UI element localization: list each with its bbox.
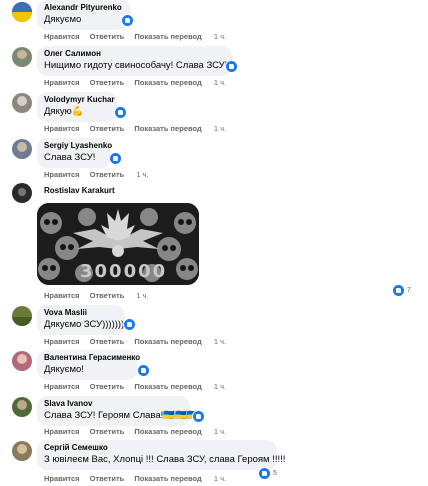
comment-image[interactable]: 300000 [37,203,199,285]
comment-actions: Нравится Ответить Показать перевод 1 ч. [44,124,234,133]
comment-actions: Нравится Ответить 1 ч. [44,170,157,179]
comment-time[interactable]: 1 ч. [136,291,148,300]
translate-link[interactable]: Показать перевод [134,124,201,133]
like-reaction-icon[interactable] [114,106,127,119]
like-link[interactable]: Нравится [44,291,80,300]
comment-actions: Нравится Ответить Показать перевод 1 ч. [44,32,234,41]
like-reaction-icon[interactable] [192,410,205,423]
comment-actions: Нравится Ответить Показать перевод 1 ч. [44,78,234,87]
comment-author[interactable]: Vova Maslii [44,308,118,318]
comment-bubble: Валентина Герасименко Дякуємо! [37,350,140,380]
like-link[interactable]: Нравится [44,78,80,87]
reply-link[interactable]: Ответить [90,170,125,179]
reaction-count[interactable]: 5 [258,467,277,480]
comment-time[interactable]: 1 ч. [214,382,226,391]
comment-text: Дякуємо [44,14,82,25]
like-link[interactable]: Нравится [44,382,80,391]
reaction-count[interactable]: 7 [392,284,411,297]
like-link[interactable]: Нравится [44,337,80,346]
comment-author[interactable]: Volodymyr Kuchar [44,95,115,105]
translate-link[interactable]: Показать перевод [134,427,201,436]
comment-bubble: Vova Maslii Дякуємо ЗСУ))))))) [37,305,125,335]
comment-author[interactable]: Sergiy Lyashenko [44,141,112,151]
translate-link[interactable]: Показать перевод [134,382,201,391]
comment-time[interactable]: 1 ч. [214,474,226,483]
like-reaction-icon[interactable] [123,318,136,331]
avatar[interactable] [12,351,32,371]
comment-bubble: Alexandr Pityurenko Дякуємо [37,0,131,30]
translate-link[interactable]: Показать перевод [134,474,201,483]
comment-bubble: Slava Ivanov Слава ЗСУ! Героям Слава!🇺🇦🇺… [37,396,199,426]
reply-link[interactable]: Ответить [90,382,125,391]
comment-time[interactable]: 1 ч. [214,32,226,41]
reply-link[interactable]: Ответить [90,124,125,133]
reply-link[interactable]: Ответить [90,337,125,346]
comment-author[interactable]: Сергій Семешко [44,443,270,453]
like-reaction-icon[interactable] [225,60,238,73]
avatar[interactable] [12,93,32,113]
translate-link[interactable]: Показать перевод [134,337,201,346]
comment-text: Дякую💪 [44,106,84,117]
comment-author[interactable]: Alexandr Pityurenko [44,3,124,13]
like-reaction-icon[interactable] [109,152,122,165]
like-link[interactable]: Нравится [44,474,80,483]
like-link[interactable]: Нравится [44,170,80,179]
comment-author[interactable]: Валентина Герасименко [44,353,140,363]
comment-text: Дякуємо ЗСУ))))))) [44,319,125,330]
comment-text: Нищимо гидоту свиноcобачу! Слава ЗСУ! [44,60,228,71]
comment-bubble: Олег Салимон Нищимо гидоту свиноcобачу! … [37,46,232,76]
comment-author[interactable]: Олег Салимон [44,49,225,59]
avatar[interactable] [12,397,32,417]
comment-actions: Нравится Ответить Показать перевод 1 ч. [44,427,234,436]
comment-author[interactable]: Rostislav Karakurt [44,186,115,196]
comment-time[interactable]: 1 ч. [136,170,148,179]
reply-link[interactable]: Ответить [90,291,125,300]
translate-link[interactable]: Показать перевод [134,78,201,87]
avatar[interactable] [12,306,32,326]
translate-link[interactable]: Показать перевод [134,32,201,41]
comment-bubble: Volodymyr Kuchar Дякую💪 [37,92,117,122]
comment-time[interactable]: 1 ч. [214,337,226,346]
reply-link[interactable]: Ответить [90,474,125,483]
like-link[interactable]: Нравится [44,427,80,436]
reply-link[interactable]: Ответить [90,32,125,41]
avatar[interactable] [12,47,32,67]
comment-time[interactable]: 1 ч. [214,78,226,87]
avatar[interactable] [12,139,32,159]
like-reaction-icon [392,284,405,297]
comment-actions: Нравится Ответить Показать перевод 1 ч. [44,474,234,483]
image-caption: 300000 [80,261,168,282]
like-reaction-icon [258,467,271,480]
comment-bubble: Сергій Семешко З ювілеєм Вас, Хлопці !!!… [37,440,286,470]
comment-actions: Нравится Ответить Показать перевод 1 ч. [44,382,234,391]
avatar[interactable] [12,441,32,461]
like-link[interactable]: Нравится [44,32,80,41]
comment-time[interactable]: 1 ч. [214,124,226,133]
comment-time[interactable]: 1 ч. [214,427,226,436]
like-link[interactable]: Нравится [44,124,80,133]
comment-text: Дякуємо! [44,364,84,375]
comment-text: З ювілеєм Вас, Хлопці !!! Слава ЗСУ, сла… [44,454,286,465]
reply-link[interactable]: Ответить [90,78,125,87]
reply-link[interactable]: Ответить [90,427,125,436]
comment-actions: Нравится Ответить Показать перевод 1 ч. [44,337,234,346]
like-reaction-icon[interactable] [121,14,134,27]
comment-text: Слава ЗСУ! Героям Слава!🇺🇦🇺🇦🇺🇦 [44,410,199,421]
like-reaction-icon[interactable] [137,364,150,377]
comment-text: Слава ЗСУ! [44,152,96,163]
avatar[interactable] [12,2,32,22]
comment-author[interactable]: Slava Ivanov [44,399,183,409]
avatar[interactable] [12,183,32,203]
comment-actions: Нравится Ответить 1 ч. [44,291,157,300]
comment-bubble: Sergiy Lyashenko Слава ЗСУ! [37,138,112,168]
